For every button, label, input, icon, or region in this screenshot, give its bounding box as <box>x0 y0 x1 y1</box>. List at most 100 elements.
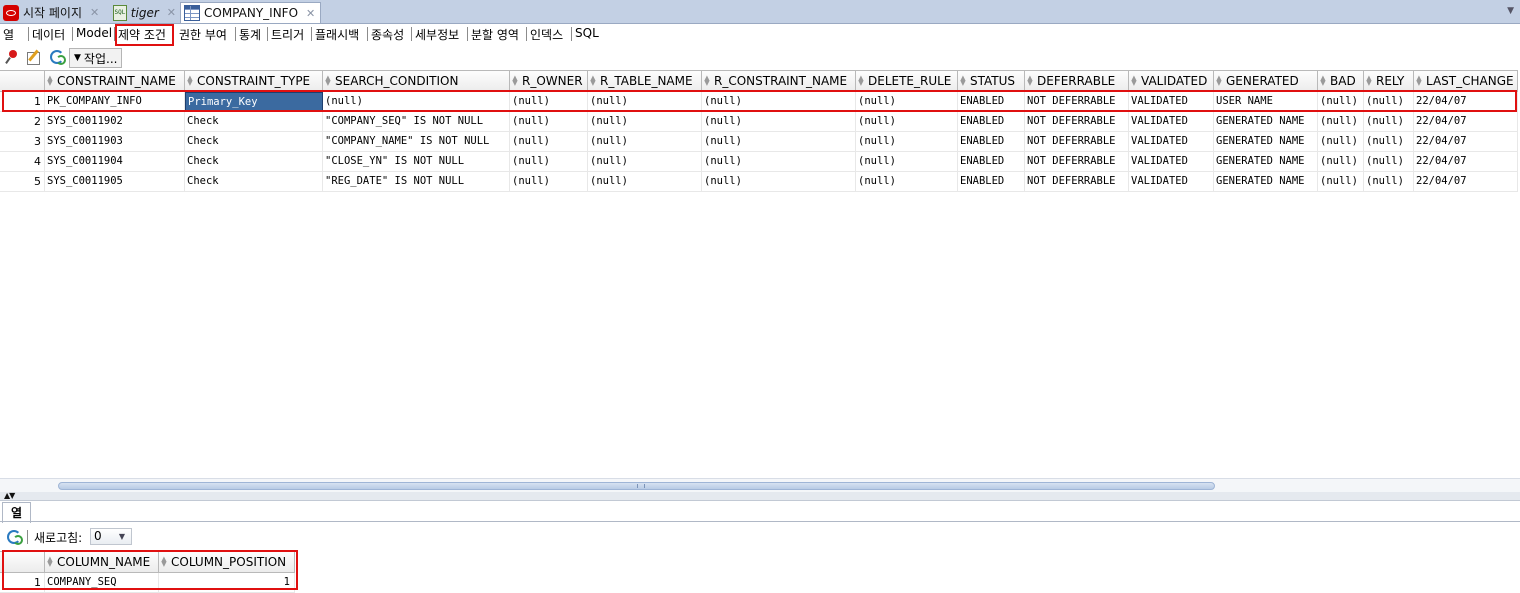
subtab-indexes[interactable]: 인덱스 <box>530 26 563 43</box>
table-cell[interactable]: (null) <box>856 172 958 192</box>
table-cell[interactable]: VALIDATED <box>1129 92 1214 112</box>
table-row[interactable]: 4 SYS_C0011904 Check "CLOSE_YN" IS NOT NULL… <box>0 152 1518 172</box>
column-header-bad[interactable]: ▲ ▼ BAD <box>1318 70 1364 92</box>
sort-icon[interactable]: ▲ ▼ <box>704 75 710 87</box>
row-number[interactable]: 2 <box>0 112 45 132</box>
subtab-partitions[interactable]: 분할 영역 <box>471 26 519 43</box>
table-cell[interactable]: VALIDATED <box>1129 172 1214 192</box>
subtab-constraints[interactable]: 제약 조건 <box>118 26 166 43</box>
table-cell[interactable]: VALIDATED <box>1129 132 1214 152</box>
table-cell[interactable]: USER NAME <box>1214 92 1318 112</box>
table-cell[interactable]: (null) <box>323 92 510 112</box>
table-cell[interactable]: (null) <box>856 92 958 112</box>
sort-icon[interactable]: ▲ ▼ <box>590 75 596 87</box>
table-cell[interactable]: NOT DEFERRABLE <box>1025 112 1129 132</box>
row-number[interactable]: 4 <box>0 152 45 172</box>
table-cell[interactable]: (null) <box>588 112 702 132</box>
column-header-column-position[interactable]: ▲ ▼ COLUMN_POSITION <box>159 551 295 573</box>
table-cell[interactable]: (null) <box>1364 132 1414 152</box>
subtab-triggers[interactable]: 트리거 <box>271 26 304 43</box>
sort-icon[interactable]: ▲ ▼ <box>325 75 331 87</box>
table-cell[interactable]: "CLOSE_YN" IS NOT NULL <box>323 152 510 172</box>
actions-button[interactable]: ▼ 작업... <box>69 48 123 68</box>
table-cell[interactable]: (null) <box>1318 112 1364 132</box>
table-cell[interactable]: 22/04/07 <box>1414 92 1518 112</box>
refresh-interval-select[interactable]: 0 ▼ <box>90 528 132 545</box>
table-row[interactable]: 1 COMPANY_SEQ 1 <box>0 573 295 593</box>
table-cell[interactable]: NOT DEFERRABLE <box>1025 92 1129 112</box>
table-row[interactable]: 2 SYS_C0011902 Check "COMPANY_SEQ" IS NOT N… <box>0 112 1518 132</box>
collapse-arrows-icon[interactable]: ▲▼ <box>4 491 15 500</box>
table-cell[interactable]: (null) <box>702 112 856 132</box>
table-cell[interactable]: NOT DEFERRABLE <box>1025 132 1129 152</box>
table-cell[interactable]: 22/04/07 <box>1414 132 1518 152</box>
table-cell[interactable]: Check <box>185 172 323 192</box>
column-header-constraint-type[interactable]: ▲ ▼ CONSTRAINT_TYPE <box>185 70 323 92</box>
subtab-dependencies[interactable]: 종속성 <box>371 26 404 43</box>
sort-icon[interactable]: ▲ ▼ <box>161 556 167 568</box>
table-cell[interactable]: (null) <box>702 92 856 112</box>
sort-icon[interactable]: ▲ ▼ <box>47 75 53 87</box>
horizontal-scrollbar[interactable] <box>0 478 1520 493</box>
refresh-icon[interactable] <box>6 529 23 545</box>
refresh-icon[interactable] <box>49 49 66 65</box>
tab-tiger[interactable]: SQL tiger ✕ <box>110 2 176 23</box>
table-cell[interactable]: (null) <box>1318 172 1364 192</box>
table-cell[interactable]: (null) <box>510 172 588 192</box>
table-cell[interactable]: "REG_DATE" IS NOT NULL <box>323 172 510 192</box>
close-icon[interactable]: ✕ <box>167 6 176 19</box>
panel-splitter[interactable]: ▲▼ <box>0 491 1520 501</box>
table-cell[interactable]: (null) <box>510 92 588 112</box>
table-cell[interactable]: Check <box>185 112 323 132</box>
table-cell[interactable]: (null) <box>1364 172 1414 192</box>
table-cell[interactable]: GENERATED NAME <box>1214 112 1318 132</box>
column-header-status[interactable]: ▲ ▼ STATUS <box>958 70 1025 92</box>
tab-columns-detail[interactable]: 열 <box>2 502 32 523</box>
edit-icon[interactable] <box>26 49 42 65</box>
column-header-validated[interactable]: ▲ ▼ VALIDATED <box>1129 70 1214 92</box>
column-header-search-condition[interactable]: ▲ ▼ SEARCH_CONDITION <box>323 70 510 92</box>
table-cell[interactable]: SYS_C0011902 <box>45 112 185 132</box>
column-header-last-change[interactable]: ▲ ▼ LAST_CHANGE <box>1414 70 1518 92</box>
subtab-statistics[interactable]: 통계 <box>239 26 261 43</box>
subtab-sql[interactable]: SQL <box>575 26 599 40</box>
table-cell[interactable]: GENERATED NAME <box>1214 152 1318 172</box>
tab-list-arrow-icon[interactable]: ▼ <box>1507 6 1514 16</box>
subtab-details[interactable]: 세부정보 <box>415 26 459 43</box>
subtab-columns[interactable]: 열 <box>3 26 14 43</box>
table-cell[interactable]: (null) <box>856 132 958 152</box>
column-header-r-owner[interactable]: ▲ ▼ R_OWNER <box>510 70 588 92</box>
sort-icon[interactable]: ▲ ▼ <box>960 75 966 87</box>
subtab-data[interactable]: 데이터 <box>32 26 65 43</box>
column-header-rely[interactable]: ▲ ▼ RELY <box>1364 70 1414 92</box>
sort-icon[interactable]: ▲ ▼ <box>512 75 518 87</box>
column-header-deferrable[interactable]: ▲ ▼ DEFERRABLE <box>1025 70 1129 92</box>
table-cell[interactable]: GENERATED NAME <box>1214 132 1318 152</box>
sort-icon[interactable]: ▲ ▼ <box>1366 75 1372 87</box>
row-number[interactable]: 1 <box>0 92 45 112</box>
table-cell[interactable]: (null) <box>1318 152 1364 172</box>
scrollbar-thumb[interactable] <box>58 482 1215 490</box>
sort-icon[interactable]: ▲ ▼ <box>1027 75 1033 87</box>
table-cell[interactable]: 1 <box>159 573 295 593</box>
column-header-column-name[interactable]: ▲ ▼ COLUMN_NAME <box>45 551 159 573</box>
table-cell[interactable]: Primary_Key <box>185 92 323 112</box>
table-cell[interactable]: (null) <box>1318 92 1364 112</box>
sort-icon[interactable]: ▲ ▼ <box>858 75 864 87</box>
table-cell[interactable]: (null) <box>588 172 702 192</box>
table-cell[interactable]: PK_COMPANY_INFO <box>45 92 185 112</box>
table-cell[interactable]: ENABLED <box>958 92 1025 112</box>
table-cell[interactable]: 22/04/07 <box>1414 112 1518 132</box>
subtab-model[interactable]: Model <box>76 26 112 40</box>
tab-company-info[interactable]: COMPANY_INFO ✕ <box>180 2 321 23</box>
sort-icon[interactable]: ▲ ▼ <box>1216 75 1222 87</box>
table-cell[interactable]: (null) <box>702 152 856 172</box>
row-number[interactable]: 1 <box>0 573 45 593</box>
table-cell[interactable]: "COMPANY_NAME" IS NOT NULL <box>323 132 510 152</box>
table-cell[interactable]: 22/04/07 <box>1414 172 1518 192</box>
table-cell[interactable]: (null) <box>1364 92 1414 112</box>
table-cell[interactable]: (null) <box>510 112 588 132</box>
table-cell[interactable]: 22/04/07 <box>1414 152 1518 172</box>
table-cell[interactable]: SYS_C0011903 <box>45 132 185 152</box>
table-cell[interactable]: (null) <box>1318 132 1364 152</box>
